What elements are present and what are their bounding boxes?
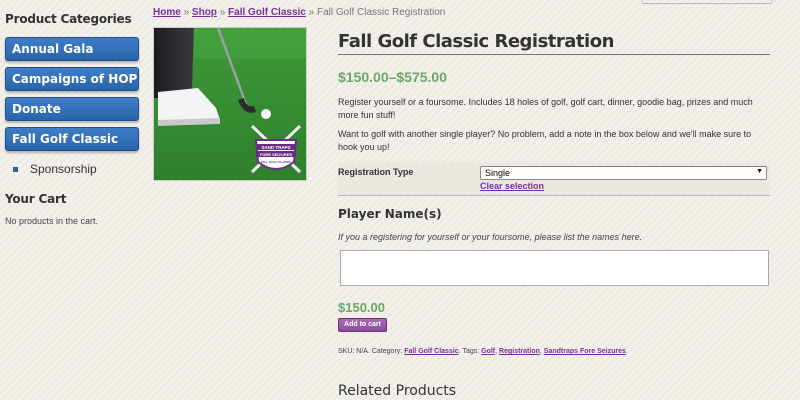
tags-label: Tags: — [462, 348, 480, 355]
registration-type-select[interactable]: Single ▼ — [480, 166, 767, 180]
related-products-heading: Related Products — [338, 383, 457, 399]
player-names-heading: Player Name(s) — [338, 207, 442, 221]
add-to-cart-button[interactable]: Add to cart — [338, 318, 387, 332]
header-search-field[interactable] — [642, 0, 772, 4]
registration-type-label: Registration Type — [338, 167, 414, 177]
breadcrumb-home[interactable]: Home — [153, 7, 181, 18]
player-names-textarea[interactable] — [340, 250, 769, 286]
sandtraps-logo: SAND TRAPS FORE SEIZURES FALL GOLF CLASS… — [250, 124, 302, 174]
svg-text:FORE SEIZURES: FORE SEIZURES — [260, 152, 293, 157]
price-range: $150.00–$575.00 — [338, 69, 447, 85]
category-campaigns-of-hope[interactable]: Campaigns of HOPE — [5, 67, 139, 91]
breadcrumb: Home » Shop » Fall Golf Classic » Fall G… — [153, 7, 445, 18]
product-description: Register yourself or a foursome. Include… — [338, 97, 753, 120]
category-donate[interactable]: Donate — [5, 97, 139, 121]
product-meta: SKU: N/A. Category: Fall Golf Classic. T… — [338, 348, 628, 355]
selected-price: $150.00 — [338, 300, 385, 315]
cart-empty-text: No products in the cart. — [5, 216, 99, 226]
clear-selection-link[interactable]: Clear selection — [480, 181, 544, 191]
breadcrumb-current: Fall Golf Classic Registration — [316, 7, 446, 18]
product-image[interactable]: SAND TRAPS FORE SEIZURES FALL GOLF CLASS… — [153, 27, 307, 181]
breadcrumb-separator: » — [219, 7, 226, 18]
category-fall-golf-classic[interactable]: Fall Golf Classic — [5, 127, 139, 151]
product-description-note: Want to golf with another single player?… — [338, 129, 752, 152]
your-cart-heading: Your Cart — [5, 192, 67, 206]
svg-text:FALL GOLF CLASSIC: FALL GOLF CLASSIC — [261, 160, 292, 164]
dropdown-arrow-icon: ▼ — [756, 168, 763, 175]
tag-registration-link[interactable]: Registration — [499, 348, 540, 355]
category-label: Category: — [371, 348, 403, 355]
product-title: Fall Golf Classic Registration — [338, 31, 614, 52]
meta-category-link[interactable]: Fall Golf Classic — [404, 348, 458, 355]
subcategory-sponsorship[interactable]: Sponsorship — [13, 162, 97, 176]
sku-value: N/A. — [356, 348, 370, 355]
sku-label: SKU: — [338, 348, 355, 355]
registration-type-value: Single — [485, 168, 511, 178]
breadcrumb-separator: » — [308, 7, 315, 18]
subcategory-label: Sponsorship — [30, 162, 97, 176]
title-divider — [338, 54, 770, 55]
breadcrumb-separator: » — [183, 7, 190, 18]
player-names-help: If you a registering for yourself or you… — [338, 232, 643, 242]
product-categories-heading: Product Categories — [5, 12, 132, 26]
breadcrumb-fall-golf-classic[interactable]: Fall Golf Classic — [228, 7, 306, 18]
svg-text:SAND TRAPS: SAND TRAPS — [261, 145, 290, 150]
bullet-icon — [13, 166, 18, 172]
breadcrumb-shop[interactable]: Shop — [192, 7, 217, 18]
category-annual-gala[interactable]: Annual Gala — [5, 37, 139, 61]
tag-sandtraps-link[interactable]: Sandtraps Fore Seizures — [544, 348, 626, 355]
tag-golf-link[interactable]: Golf — [481, 348, 495, 355]
